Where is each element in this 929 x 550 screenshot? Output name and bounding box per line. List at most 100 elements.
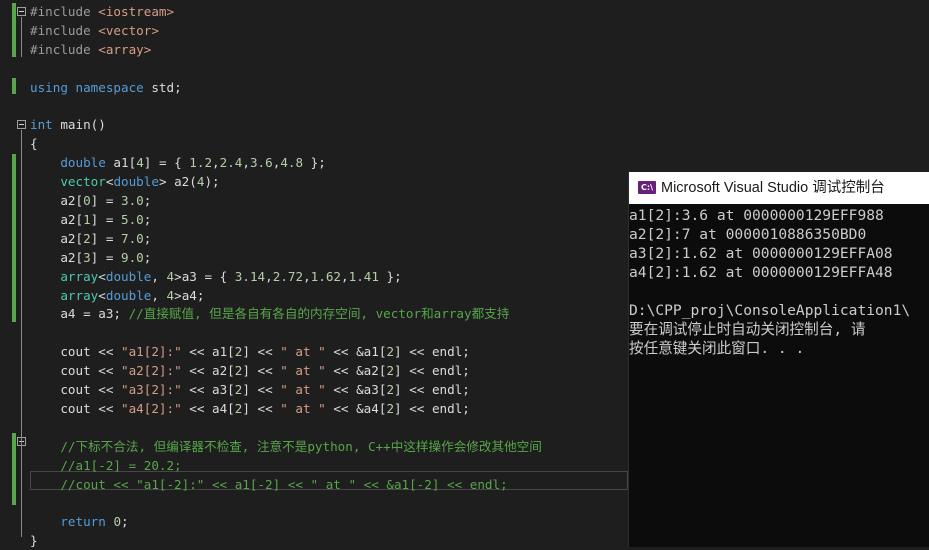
code-line[interactable]: //cout << "a1[-2]:" << a1[-2] << " at " …: [30, 475, 508, 494]
code-token: ,: [242, 155, 250, 171]
code-token: };: [303, 155, 326, 171]
code-token: };: [378, 268, 402, 284]
code-token: cout <<: [30, 344, 121, 360]
code-token: #include: [30, 4, 99, 19]
code-token: 3.6: [249, 155, 273, 171]
code-token: 2: [386, 344, 395, 360]
collapse-includes-icon[interactable]: [17, 7, 26, 16]
code-token: 2: [386, 363, 395, 379]
code-token: 3.0: [121, 193, 144, 208]
code-token: using namespace: [30, 79, 144, 95]
code-token: cout <<: [30, 363, 121, 379]
code-token: <: [98, 268, 106, 284]
code-token: ] =: [90, 230, 122, 246]
code-token: ] << endl;: [394, 363, 470, 379]
code-line[interactable]: int main(): [30, 115, 106, 134]
code-token: ;: [143, 211, 152, 227]
code-token: >a4;: [174, 287, 205, 303]
code-token: 0: [113, 514, 122, 530]
code-line[interactable]: #include <vector>: [30, 21, 159, 40]
code-line[interactable]: cout << "a1[2]:" << a1[2] << " at " << &…: [30, 342, 470, 361]
code-line[interactable]: a4 = a3; //直接赋值, 但是各自有各自的内存空间, vector和ar…: [30, 304, 509, 323]
code-token: 7.0: [121, 230, 144, 246]
console-line: a1[2]:3.6 at 0000000129EFF988: [629, 207, 884, 224]
visual-studio-icon: C:\: [638, 181, 656, 194]
code-line[interactable]: #include <array>: [30, 40, 151, 59]
code-token: //cout << "a1[-2]:" << a1[-2] << " at " …: [30, 476, 508, 492]
code-token: ] <<: [242, 363, 281, 379]
code-token: << &a3[: [325, 382, 387, 397]
code-token: ] <<: [242, 382, 281, 397]
console-line: 要在调试停止时自动关闭控制台, 请: [629, 321, 866, 338]
code-token: a1[: [105, 155, 137, 171]
code-token: ;: [143, 249, 152, 265]
code-line[interactable]: return 0;: [30, 512, 128, 531]
code-token: ;: [143, 193, 152, 208]
change-indicator: [12, 154, 16, 322]
code-token: << a1[: [181, 344, 235, 360]
code-token: ] =: [90, 211, 122, 227]
code-token: }: [30, 533, 38, 549]
console-line: 按任意键关闭此窗口. . .: [629, 340, 805, 357]
console-line: a4[2]:1.62 at 0000000129EFFA48: [629, 264, 893, 281]
code-token: //a1[-2] = 20.2;: [30, 457, 182, 473]
code-token: ] =: [90, 193, 122, 208]
code-token: #include: [30, 41, 99, 57]
code-token: 2.72: [272, 268, 304, 284]
code-line[interactable]: using namespace std;: [30, 78, 182, 97]
code-token: ,: [265, 268, 273, 284]
code-line[interactable]: //下标不合法, 但编译器不检查, 注意不是python, C++中这样操作会修…: [30, 437, 542, 456]
code-token: ] = {: [143, 155, 190, 171]
code-token: );: [204, 174, 220, 190]
console-line: a3[2]:1.62 at 0000000129EFFA08: [629, 245, 893, 262]
fold-guide: [21, 447, 22, 485]
code-line[interactable]: #include <iostream>: [30, 2, 174, 21]
code-token: 4.8: [280, 155, 304, 171]
code-token: << &a2[: [325, 363, 387, 379]
code-token: << &a4[: [325, 400, 387, 416]
code-line[interactable]: array<double, 4>a3 = { 3.14,2.72,1.62,1.…: [30, 267, 402, 286]
code-line[interactable]: {: [30, 134, 38, 153]
code-token: " at ": [280, 344, 326, 360]
code-line[interactable]: cout << "a4[2]:" << a4[2] << " at " << &…: [30, 399, 470, 418]
code-line[interactable]: a2[2] = 7.0;: [30, 229, 151, 248]
collapse-main-icon[interactable]: [17, 120, 26, 129]
code-token: ] << endl;: [394, 400, 470, 416]
code-token: {: [30, 136, 38, 152]
code-token: vector: [60, 174, 106, 190]
code-token: ] << endl;: [394, 344, 470, 360]
code-token: 1.41: [348, 268, 379, 284]
code-line[interactable]: a2[3] = 9.0;: [30, 248, 151, 267]
debug-console-window[interactable]: C:\ Microsoft Visual Studio 调试控制台 a1[2]:…: [628, 172, 929, 547]
code-token: 0: [83, 193, 91, 208]
code-line[interactable]: array<double, 4>a4;: [30, 286, 204, 305]
code-token: "a1[2]:": [121, 344, 182, 360]
code-token: << a4[: [181, 400, 235, 416]
code-line[interactable]: double a1[4] = { 1.2,2.4,3.6,4.8 };: [30, 153, 326, 172]
code-token: << a2[: [181, 363, 235, 379]
code-token: a4 = a3;: [30, 306, 129, 322]
code-token: "a2[2]:": [121, 363, 182, 379]
code-line[interactable]: cout << "a2[2]:" << a2[2] << " at " << &…: [30, 361, 470, 380]
code-token: ] <<: [242, 400, 281, 416]
code-token: //下标不合法, 但编译器不检查, 注意不是python, C++中这样操作会修…: [30, 438, 542, 454]
code-token: 5.0: [121, 211, 144, 227]
code-line[interactable]: }: [30, 531, 38, 550]
code-token: a2[: [30, 230, 84, 246]
code-token: 4: [136, 155, 144, 171]
code-line[interactable]: a2[0] = 3.0;: [30, 191, 151, 210]
code-token: a2[: [30, 193, 84, 208]
code-token: ] =: [90, 249, 122, 265]
code-token: double: [113, 174, 159, 190]
code-token: << a3[: [181, 382, 235, 397]
code-token: <: [98, 287, 106, 303]
code-line[interactable]: cout << "a3[2]:" << a3[2] << " at " << &…: [30, 380, 470, 399]
console-title-bar[interactable]: C:\ Microsoft Visual Studio 调试控制台: [629, 172, 929, 204]
code-line[interactable]: vector<double> a2(4);: [30, 172, 220, 191]
code-line[interactable]: //a1[-2] = 20.2;: [30, 456, 182, 475]
code-line[interactable]: a2[1] = 5.0;: [30, 210, 151, 229]
code-token: ] << endl;: [394, 382, 470, 397]
